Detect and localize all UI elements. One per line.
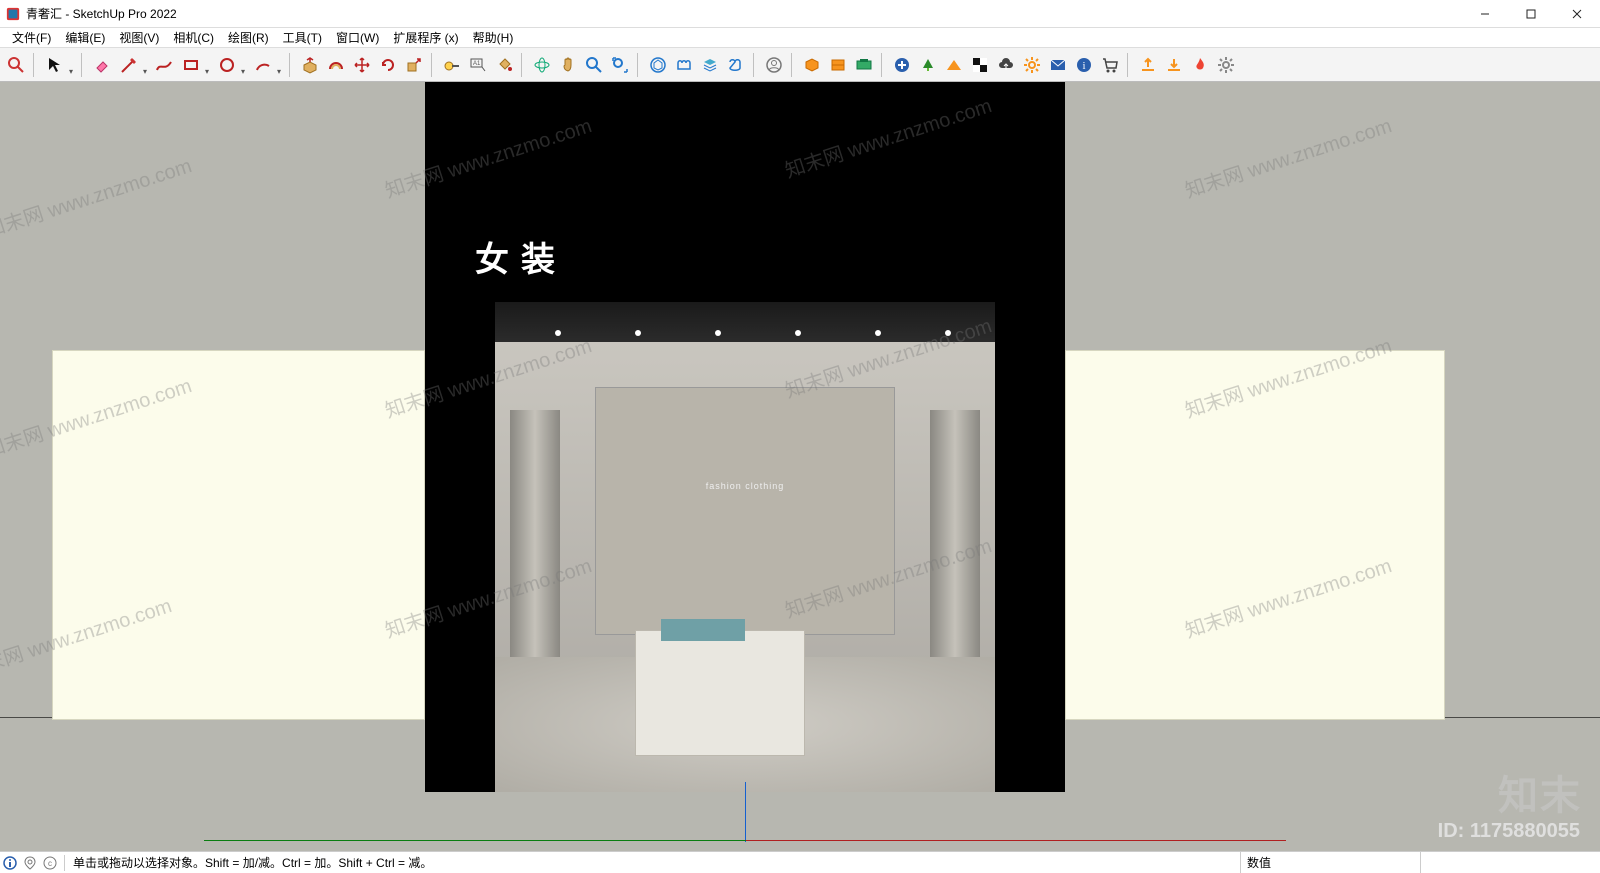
text-tool[interactable]: A1	[466, 53, 490, 77]
toolbar: A1 i	[0, 48, 1600, 82]
status-hint: 单击或拖动以选择对象。Shift = 加/减。Ctrl = 加。Shift + …	[69, 854, 1240, 871]
zoom-tool[interactable]	[582, 53, 606, 77]
store-interior: fashion clothing	[495, 342, 995, 792]
brand-watermark: 知末	[1498, 763, 1582, 821]
mail-icon[interactable]	[1046, 53, 1070, 77]
clothes-rack-left	[510, 410, 560, 658]
storefront-facade: 女装 fashion clothing	[425, 82, 1065, 792]
menu-draw[interactable]: 绘图(R)	[222, 27, 275, 48]
watermark-text: 知末网 www.znzmo.com	[0, 149, 195, 243]
freehand-tool[interactable]	[152, 53, 176, 77]
watermark-text: 知末网 www.znzmo.com	[1181, 109, 1395, 203]
tape-measure-tool[interactable]	[440, 53, 464, 77]
settings-gear-icon[interactable]	[1020, 53, 1044, 77]
arc-tool[interactable]	[250, 53, 284, 77]
status-divider	[64, 855, 65, 871]
side-panel-left	[52, 350, 425, 720]
svg-text:c: c	[48, 859, 52, 868]
scale-tool[interactable]	[402, 53, 426, 77]
clothes-rack-right	[930, 410, 980, 658]
svg-text:i: i	[1082, 60, 1085, 72]
rectangle-tool[interactable]	[178, 53, 212, 77]
paint-bucket-tool[interactable]	[492, 53, 516, 77]
cart-icon[interactable]	[1098, 53, 1122, 77]
entrance-ceiling	[495, 302, 995, 342]
vray-render-icon[interactable]	[852, 53, 876, 77]
axis-red	[746, 840, 1286, 841]
extension-warehouse-icon[interactable]	[672, 53, 696, 77]
axis-green	[204, 840, 746, 841]
export-icon[interactable]	[1136, 53, 1160, 77]
cloud-upload-icon[interactable]	[994, 53, 1018, 77]
layers-icon[interactable]	[698, 53, 722, 77]
scene: 女装 fashion clothing 知末网 www.znzmo.com	[0, 82, 1600, 851]
close-button[interactable]	[1554, 0, 1600, 28]
vray-asset-icon[interactable]	[800, 53, 824, 77]
search-icon[interactable]	[4, 53, 28, 77]
menu-bar: 文件(F) 编辑(E) 视图(V) 相机(C) 绘图(R) 工具(T) 窗口(W…	[0, 28, 1600, 48]
status-info-icon[interactable]	[0, 856, 20, 870]
axis-blue	[745, 782, 746, 842]
orbit-tool[interactable]	[530, 53, 554, 77]
id-watermark: ID: 1175880055	[1438, 820, 1580, 843]
tree-icon[interactable]	[916, 53, 940, 77]
line-tool[interactable]	[116, 53, 150, 77]
display-counter	[635, 630, 805, 756]
vray-frame-icon[interactable]	[826, 53, 850, 77]
eraser-tool[interactable]	[90, 53, 114, 77]
menu-view[interactable]: 视图(V)	[113, 27, 165, 48]
measurement-label: 数值	[1240, 852, 1420, 873]
menu-help[interactable]: 帮助(H)	[467, 27, 520, 48]
store-entrance: fashion clothing	[495, 302, 995, 792]
3d-warehouse-icon[interactable]	[646, 53, 670, 77]
back-wall-text: fashion clothing	[596, 481, 894, 491]
svg-text:A1: A1	[473, 61, 481, 67]
menu-camera[interactable]: 相机(C)	[167, 27, 220, 48]
title-bar: 青奢汇 - SketchUp Pro 2022	[0, 0, 1600, 28]
checker-icon[interactable]	[968, 53, 992, 77]
info-icon[interactable]: i	[1072, 53, 1096, 77]
status-credit-icon[interactable]: c	[40, 856, 60, 870]
store-sign: 女装	[475, 232, 567, 281]
gear2-icon[interactable]	[1214, 53, 1238, 77]
window-title: 青奢汇 - SketchUp Pro 2022	[26, 5, 177, 22]
menu-tools[interactable]: 工具(T)	[277, 27, 328, 48]
select-tool[interactable]	[42, 53, 76, 77]
minimize-button[interactable]	[1462, 0, 1508, 28]
outliner-icon[interactable]	[724, 53, 748, 77]
flame-icon[interactable]	[1188, 53, 1212, 77]
offset-tool[interactable]	[324, 53, 348, 77]
pan-tool[interactable]	[556, 53, 580, 77]
zoom-extents-tool[interactable]	[608, 53, 632, 77]
menu-file[interactable]: 文件(F)	[6, 27, 57, 48]
move-tool[interactable]	[350, 53, 374, 77]
menu-window[interactable]: 窗口(W)	[330, 27, 385, 48]
model-viewport[interactable]: 女装 fashion clothing 知末网 www.znzmo.com	[0, 82, 1600, 851]
account-icon[interactable]	[762, 53, 786, 77]
push-pull-tool[interactable]	[298, 53, 322, 77]
status-geoloc-icon[interactable]	[20, 856, 40, 870]
menu-extensions[interactable]: 扩展程序 (x)	[387, 27, 464, 48]
import-icon[interactable]	[1162, 53, 1186, 77]
add-scene-icon[interactable]	[890, 53, 914, 77]
maximize-button[interactable]	[1508, 0, 1554, 28]
sandbox-icon[interactable]	[942, 53, 966, 77]
circle-tool[interactable]	[214, 53, 248, 77]
back-wall: fashion clothing	[595, 387, 895, 635]
measurement-input[interactable]	[1420, 852, 1600, 873]
rotate-tool[interactable]	[376, 53, 400, 77]
side-panel-right	[1065, 350, 1445, 720]
app-icon	[6, 7, 20, 21]
menu-edit[interactable]: 编辑(E)	[59, 27, 111, 48]
status-bar: c 单击或拖动以选择对象。Shift = 加/减。Ctrl = 加。Shift …	[0, 851, 1600, 873]
